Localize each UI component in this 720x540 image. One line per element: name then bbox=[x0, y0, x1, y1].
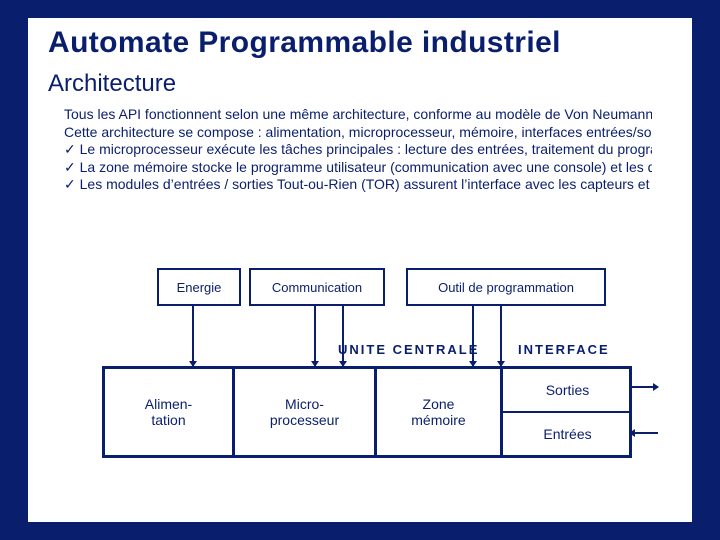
cell-entrees: Entrées bbox=[543, 413, 591, 455]
label-interface: INTERFACE bbox=[518, 342, 610, 357]
para-line-4: ✓ La zone mémoire stocke le programme ut… bbox=[64, 159, 652, 177]
cell-zone-memoire: Zonemémoire bbox=[377, 369, 503, 455]
box-communication: Communication bbox=[249, 268, 385, 306]
para-line-1: Tous les API fonctionnent selon une même… bbox=[64, 106, 652, 124]
page-title: Automate Programmable industriel bbox=[28, 18, 692, 60]
para-line-5: ✓ Les modules d’entrées / sorties Tout-o… bbox=[64, 176, 652, 194]
center-strip: UNITE CENTRALE INTERFACE bbox=[102, 342, 632, 364]
cell-microprocesseur: Micro-processeur bbox=[235, 369, 377, 455]
body-paragraph: Tous les API fonctionnent selon une même… bbox=[28, 102, 692, 194]
architecture-diagram: Energie Communication Outil de programma… bbox=[102, 268, 632, 488]
para-line-3: ✓ Le microprocesseur exécute les tâches … bbox=[64, 141, 652, 159]
main-block: Alimen-tation Micro-processeur Zonemémoi… bbox=[102, 366, 632, 458]
box-energie: Energie bbox=[157, 268, 241, 306]
box-programming-tool: Outil de programmation bbox=[406, 268, 606, 306]
cell-interface-io: Sorties Entrées bbox=[503, 369, 632, 455]
cell-sorties: Sorties bbox=[546, 369, 590, 411]
para-line-2: Cette architecture se compose : alimenta… bbox=[64, 124, 652, 142]
label-unite-centrale: UNITE CENTRALE bbox=[338, 342, 479, 357]
page-subtitle: Architecture bbox=[28, 60, 692, 102]
arrow-sorties-out bbox=[630, 386, 658, 388]
cell-alimentation: Alimen-tation bbox=[105, 369, 235, 455]
arrow-entrees-in bbox=[630, 432, 658, 434]
